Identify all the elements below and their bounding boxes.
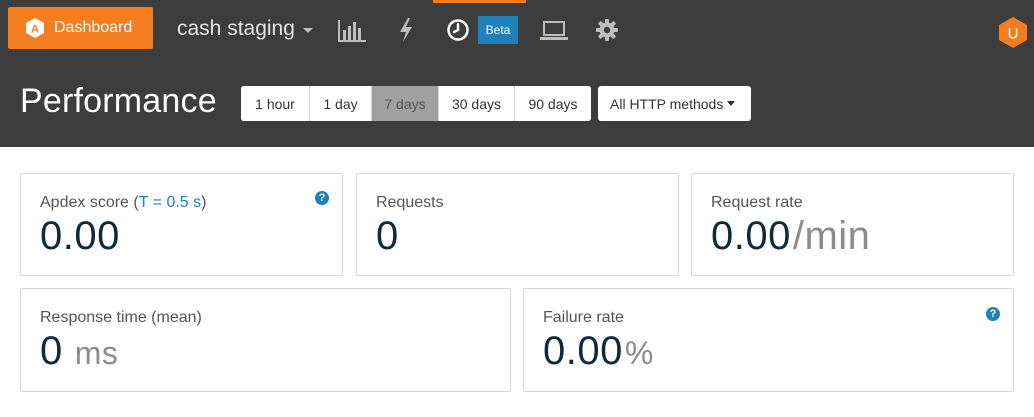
bar-chart-icon[interactable]: [337, 16, 367, 44]
top-navbar: A Dashboard cash staging Beta U: [0, 0, 1034, 58]
request-rate-unit: /min: [792, 214, 871, 258]
apdex-score-label: Apdex score (T = 0.5 s): [40, 194, 207, 211]
requests-label: Requests: [376, 194, 444, 211]
failure-rate-value: 0.00%: [543, 329, 654, 373]
failure-rate-card: Failure rate ? 0.00%: [523, 288, 1014, 392]
gear-icon[interactable]: [595, 16, 619, 44]
page-header: Performance 1 hour 1 day 7 days 30 days …: [0, 58, 1034, 147]
dashboard-label: Dashboard: [54, 19, 133, 36]
range-1-day-button[interactable]: 1 day: [310, 86, 372, 121]
laptop-icon[interactable]: [539, 16, 569, 44]
app-selector[interactable]: cash staging: [177, 14, 313, 44]
requests-card: Requests 0: [356, 173, 679, 276]
failure-rate-unit: %: [624, 335, 654, 371]
response-time-unit: ms: [74, 335, 119, 371]
clock-icon[interactable]: [446, 16, 470, 44]
help-icon[interactable]: ?: [315, 191, 329, 205]
beta-badge: Beta: [478, 16, 518, 44]
response-time-value: 0 ms: [40, 329, 119, 373]
http-method-dropdown[interactable]: All HTTP methods: [598, 86, 751, 121]
user-avatar[interactable]: U: [997, 16, 1029, 49]
apdex-score-card: Apdex score (T = 0.5 s) ? 0.00: [20, 173, 343, 276]
failure-rate-label: Failure rate: [543, 309, 624, 326]
request-rate-label: Request rate: [711, 194, 803, 211]
request-rate-card: Request rate 0.00/min: [691, 173, 1014, 276]
chevron-down-icon: [727, 101, 736, 106]
apdex-threshold-link[interactable]: T = 0.5 s: [139, 194, 201, 211]
range-30-days-button[interactable]: 30 days: [439, 86, 515, 121]
range-7-days-button[interactable]: 7 days: [372, 86, 439, 121]
http-method-label: All HTTP methods: [610, 95, 724, 112]
chevron-down-icon: [302, 27, 313, 33]
apdex-score-value: 0.00: [40, 214, 120, 258]
dashboard-button[interactable]: A Dashboard: [8, 7, 153, 49]
time-range-selector: 1 hour 1 day 7 days 30 days 90 days: [241, 86, 591, 121]
app-logo-icon: A: [26, 18, 44, 38]
svg-text:U: U: [1008, 26, 1019, 43]
response-time-card: Response time (mean) 0 ms: [20, 288, 511, 392]
request-rate-value: 0.00/min: [711, 214, 871, 258]
range-90-days-button[interactable]: 90 days: [515, 86, 591, 121]
app-name: cash staging: [177, 17, 295, 40]
help-icon[interactable]: ?: [986, 307, 1000, 321]
svg-text:A: A: [31, 24, 39, 36]
lightning-icon[interactable]: [398, 16, 414, 44]
range-1-hour-button[interactable]: 1 hour: [241, 86, 310, 121]
requests-value: 0: [376, 214, 399, 258]
response-time-label: Response time (mean): [40, 309, 202, 326]
page-title: Performance: [20, 82, 217, 120]
active-nav-indicator: [433, 0, 526, 3]
